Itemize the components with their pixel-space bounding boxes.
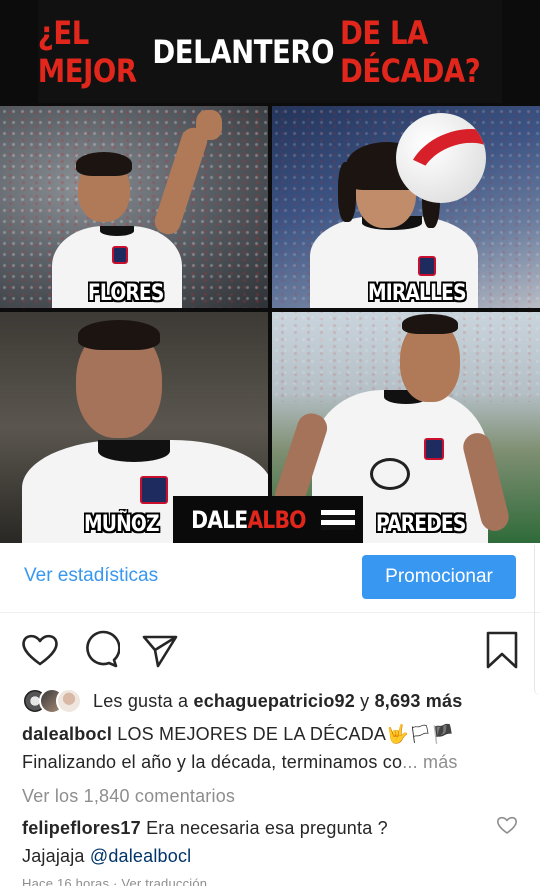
post-timestamp: Hace 16 horas · Ver traducción	[22, 876, 207, 886]
caption-text: LOS MEJORES DE LA DÉCADA	[117, 724, 387, 744]
likes-count[interactable]: 8,693 más	[375, 691, 463, 711]
comment-line: felipeflores17 Era necesaria esa pregunt…	[22, 818, 388, 839]
caption-emojis: 🤟🏳🏴	[386, 724, 455, 744]
view-stats-link[interactable]: Ver estadísticas	[24, 565, 158, 587]
comment-username[interactable]: felipeflores17	[22, 818, 141, 838]
comment-icon[interactable]	[80, 630, 121, 670]
player-photo-flores	[0, 106, 268, 308]
player-name-miralles: MIRALLES	[368, 281, 467, 306]
player-name-munoz: MUÑOZ	[84, 512, 160, 537]
mention-link[interactable]: @dalealbocl	[90, 846, 192, 866]
promote-button[interactable]: Promocionar	[362, 555, 516, 599]
liker-username[interactable]: echaguepatricio92	[193, 691, 354, 711]
soccer-ball-image	[396, 113, 486, 203]
post-banner-title: ¿EL MEJOR DELANTERO DE LA DÉCADA?	[37, 0, 503, 103]
comment-text: Era necesaria esa pregunta ?	[146, 818, 388, 838]
player-name-paredes: PAREDES	[376, 512, 466, 537]
insights-row: Ver estadísticas Promocionar	[0, 543, 540, 613]
comment-second-line: Jajajaja @dalealbocl	[22, 846, 192, 866]
caption-second-line: Finalizando el año y la década, terminam…	[22, 752, 458, 772]
post-actions-bar	[0, 620, 540, 680]
post-image[interactable]: ¿EL MEJOR DELANTERO DE LA DÉCADA? FLORES…	[0, 0, 540, 543]
dale-albo-logo: DALEALBO	[173, 496, 363, 543]
club-flag-icon	[321, 509, 356, 530]
likes-summary[interactable]: Les gusta a echaguepatricio92 y 8,693 má…	[22, 686, 462, 716]
view-comments-link[interactable]: Ver los 1,840 comentarios	[22, 786, 235, 807]
more-link[interactable]: ... más	[402, 752, 457, 772]
caption-username[interactable]: dalealbocl	[22, 724, 112, 744]
bookmark-icon[interactable]	[482, 630, 522, 670]
heart-icon[interactable]	[20, 630, 60, 670]
likes-text: Les gusta a echaguepatricio92 y 8,693 má…	[93, 690, 463, 711]
player-name-flores: FLORES	[88, 281, 164, 306]
translate-link[interactable]: Ver traducción	[121, 876, 207, 886]
send-icon[interactable]	[140, 630, 180, 670]
comment-heart-icon[interactable]	[496, 814, 518, 836]
avatar	[56, 688, 82, 714]
caption: dalealbocl LOS MEJORES DE LA DÉCADA🤟🏳🏴	[22, 724, 454, 745]
